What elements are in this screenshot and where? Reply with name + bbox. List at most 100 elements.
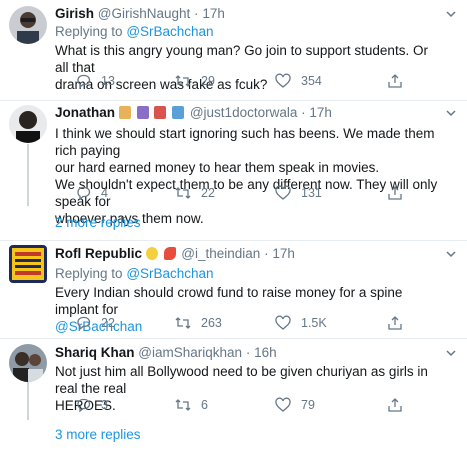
chili-emoji-icon [163, 247, 176, 260]
retweet-count: 29 [201, 74, 215, 88]
share-button[interactable] [387, 73, 413, 89]
separator-dot: · [264, 246, 269, 261]
timestamp[interactable]: 17h [309, 105, 332, 120]
like-count: 354 [301, 74, 322, 88]
avatar[interactable] [9, 105, 47, 143]
reply-button[interactable]: 4 [75, 185, 108, 201]
hospital-emoji-icon [172, 106, 185, 119]
like-count: 131 [301, 186, 322, 200]
user-handle[interactable]: @GirishNaught [98, 6, 191, 21]
tweet-text-line: What is this angry young man? Go join to… [55, 43, 428, 75]
retweet-icon [175, 75, 191, 87]
retweet-count: 263 [201, 316, 222, 330]
separator-dot: · [194, 6, 199, 21]
tweet-header: Jonathan @just1doctorwala · 17h [55, 104, 445, 123]
reply-button[interactable]: 22 [75, 315, 115, 331]
chevron-down-icon[interactable] [445, 248, 457, 260]
like-button[interactable]: 131 [275, 185, 322, 201]
reply-icon [77, 74, 91, 89]
chevron-down-icon[interactable] [445, 107, 457, 119]
replying-to: Replying to @SrBachchan [55, 265, 445, 282]
retweet-button[interactable]: 22 [175, 185, 215, 201]
tweet-rofl-republic[interactable]: Rofl Republic @i_theindian · 17h Replyin… [0, 241, 467, 338]
separator-dot: · [301, 105, 306, 120]
avatar[interactable] [9, 245, 47, 283]
tweet-actions: 4 22 131 [60, 185, 440, 201]
tweet-text-line: our hard earned money to hear them speak… [55, 160, 380, 175]
retweet-count: 6 [201, 398, 208, 412]
caduceus-emoji-icon [136, 106, 149, 119]
tweet-actions: 13 29 354 [60, 73, 440, 89]
reply-icon [77, 316, 91, 331]
share-icon [388, 186, 402, 200]
reply-button[interactable]: 13 [75, 73, 115, 89]
user-handle[interactable]: @just1doctorwala [190, 105, 298, 120]
share-icon [388, 398, 402, 412]
share-button[interactable] [387, 315, 413, 331]
like-button[interactable]: 1.5K [275, 315, 327, 331]
replying-to: Replying to @SrBachchan [55, 23, 445, 40]
display-name[interactable]: Rofl Republic [55, 246, 142, 261]
tweet-text-line: I think we should start ignoring such ha… [55, 126, 435, 158]
tweet-header: Girish @GirishNaught · 17h [55, 5, 445, 22]
reply-count: 3 [101, 398, 108, 412]
like-button[interactable]: 79 [275, 397, 315, 413]
reply-count: 22 [101, 316, 115, 330]
retweet-button[interactable]: 29 [175, 73, 215, 89]
chevron-down-icon[interactable] [445, 8, 457, 20]
display-name[interactable]: Shariq Khan [55, 345, 135, 360]
reply-count: 13 [101, 74, 115, 88]
share-icon [388, 74, 402, 88]
separator-dot: · [245, 345, 251, 360]
like-icon [275, 397, 291, 412]
like-count: 1.5K [301, 316, 327, 330]
timestamp[interactable]: 17h [272, 246, 295, 261]
display-name[interactable]: Girish [55, 6, 94, 21]
replying-to-link[interactable]: @SrBachchan [126, 266, 213, 281]
retweet-button[interactable]: 6 [175, 397, 208, 413]
timestamp[interactable]: 17h [202, 6, 225, 21]
lemon-emoji-icon [145, 247, 158, 260]
share-icon [388, 316, 402, 330]
more-replies-link[interactable]: 3 more replies [55, 427, 141, 442]
replying-to-label: Replying to [55, 266, 123, 281]
like-icon [275, 185, 291, 200]
tweet-text-line: Not just him all Bollywood need to be gi… [55, 364, 428, 396]
chevron-down-icon[interactable] [445, 347, 457, 359]
tweet-jonathan[interactable]: Jonathan @just1doctorwala · 17h I think … [0, 101, 467, 240]
share-button[interactable] [387, 185, 413, 201]
like-count: 79 [301, 398, 315, 412]
reply-count: 4 [101, 186, 108, 200]
timestamp[interactable]: 16h [254, 345, 277, 360]
name-emojis [118, 106, 186, 123]
retweet-icon [175, 399, 191, 411]
reply-icon [77, 186, 91, 201]
retweet-count: 22 [201, 186, 215, 200]
reply-button[interactable]: 3 [75, 397, 108, 413]
tweet-girish[interactable]: Girish @GirishNaught · 17h Replying to @… [0, 0, 467, 100]
replying-to-label: Replying to [55, 24, 123, 39]
tweet-header: Rofl Republic @i_theindian · 17h [55, 245, 445, 264]
ambulance-emoji-icon [154, 106, 167, 119]
like-icon [275, 73, 291, 88]
user-handle[interactable]: @i_theindian [181, 246, 260, 261]
tweet-text-line: Every Indian should crowd fund to raise … [55, 285, 403, 317]
like-button[interactable]: 354 [275, 73, 322, 89]
tweet-header: Shariq Khan @iamShariqkhan · 16h [55, 344, 445, 361]
tweet-text: I think we should start ignoring such ha… [55, 125, 445, 227]
avatar[interactable] [9, 6, 47, 44]
retweet-button[interactable]: 263 [175, 315, 222, 331]
avatar[interactable] [9, 344, 47, 382]
retweet-icon [175, 187, 191, 199]
reply-icon [77, 398, 91, 413]
more-replies-link[interactable]: 2 more replies [55, 215, 141, 230]
retweet-icon [175, 317, 191, 329]
tweet-actions: 3 6 79 [60, 397, 440, 413]
user-handle[interactable]: @iamShariqkhan [138, 345, 242, 360]
tweet-shariq-khan[interactable]: Shariq Khan @iamShariqkhan · 16h Not jus… [0, 339, 467, 450]
replying-to-link[interactable]: @SrBachchan [126, 24, 213, 39]
display-name[interactable]: Jonathan [55, 105, 115, 120]
doctor-emoji-icon [118, 106, 131, 119]
name-emojis [145, 247, 178, 264]
share-button[interactable] [387, 397, 413, 413]
